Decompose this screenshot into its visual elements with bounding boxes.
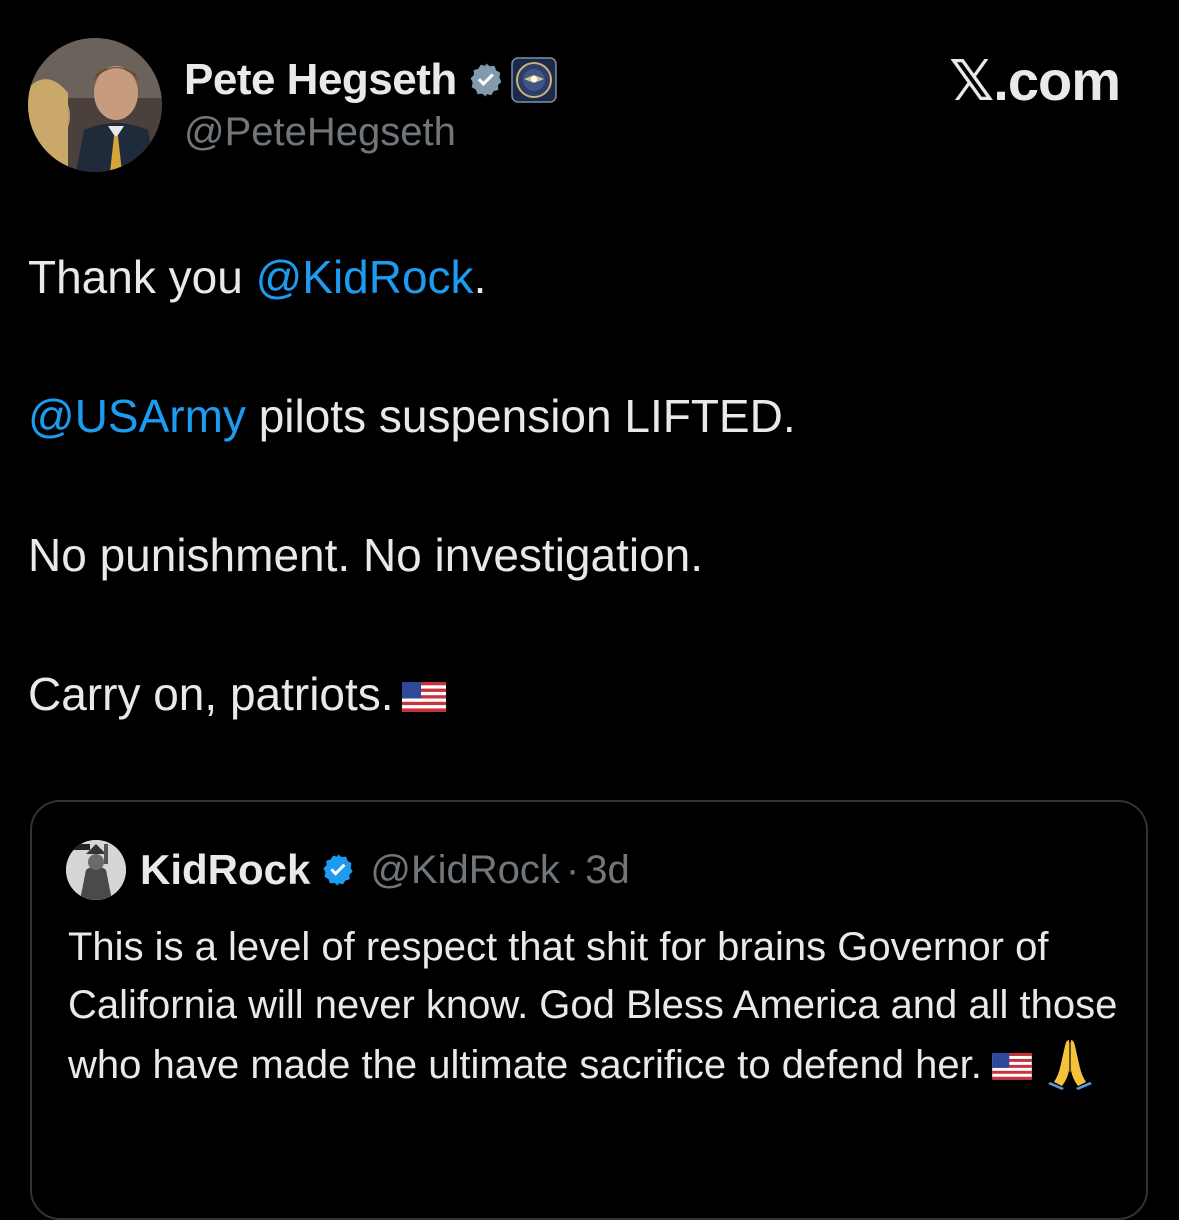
folded-hands-icon [1042, 1034, 1098, 1090]
mention-kidrock-link[interactable]: @KidRock [256, 251, 474, 303]
tweet-text-segment: . [473, 251, 487, 303]
tweet-text: Thank you @KidRock. @USArmy pilots suspe… [28, 244, 1148, 800]
quoted-tweet-text: This is a level of respect that shit for… [68, 918, 1128, 1094]
tweet-header: Pete Hegseth @PeteHegseth 𝕏.com [28, 38, 1148, 174]
tweet-paragraph-3: No punishment. No investigation. [28, 522, 1148, 588]
tweet-paragraph-1: Thank you @KidRock. [28, 244, 1148, 310]
quoted-tweet-card[interactable]: KidRock @KidRock · 3d This is a level of… [30, 800, 1148, 1220]
verified-badge-icon[interactable] [467, 61, 505, 99]
author-display-name[interactable]: Pete Hegseth [184, 55, 457, 105]
tweet-text-segment: pilots suspension LIFTED. [245, 390, 796, 442]
tweet-text-segment: Carry on, patriots. [28, 668, 394, 720]
x-com-logo: 𝕏.com [949, 49, 1121, 112]
department-seal-icon[interactable] [511, 57, 557, 103]
quoted-timestamp[interactable]: 3d [585, 848, 630, 893]
quoted-author-avatar[interactable] [66, 840, 126, 900]
us-flag-icon [401, 663, 446, 712]
quoted-tweet-header: KidRock @KidRock · 3d [66, 840, 630, 900]
tweet-text-segment: No punishment. No investigation. [28, 529, 704, 581]
author-name-row: Pete Hegseth [184, 52, 557, 108]
us-flag-icon [992, 1038, 1032, 1080]
quoted-verified-badge-icon[interactable] [320, 852, 356, 888]
author-handle[interactable]: @PeteHegseth [184, 110, 456, 155]
separator-dot: · [565, 847, 580, 892]
mention-usarmy-link[interactable]: @USArmy [28, 390, 246, 442]
tweet-text-segment: Thank you [28, 251, 256, 303]
quoted-author-handle[interactable]: @KidRock [370, 848, 560, 893]
tweet-paragraph-2: @USArmy pilots suspension LIFTED. [28, 383, 1148, 449]
tweet-paragraph-4: Carry on, patriots. [28, 661, 1148, 727]
quoted-text-body: This is a level of respect that shit for… [68, 925, 1118, 1087]
author-avatar[interactable] [28, 38, 162, 172]
quoted-author-display-name[interactable]: KidRock [140, 846, 310, 894]
